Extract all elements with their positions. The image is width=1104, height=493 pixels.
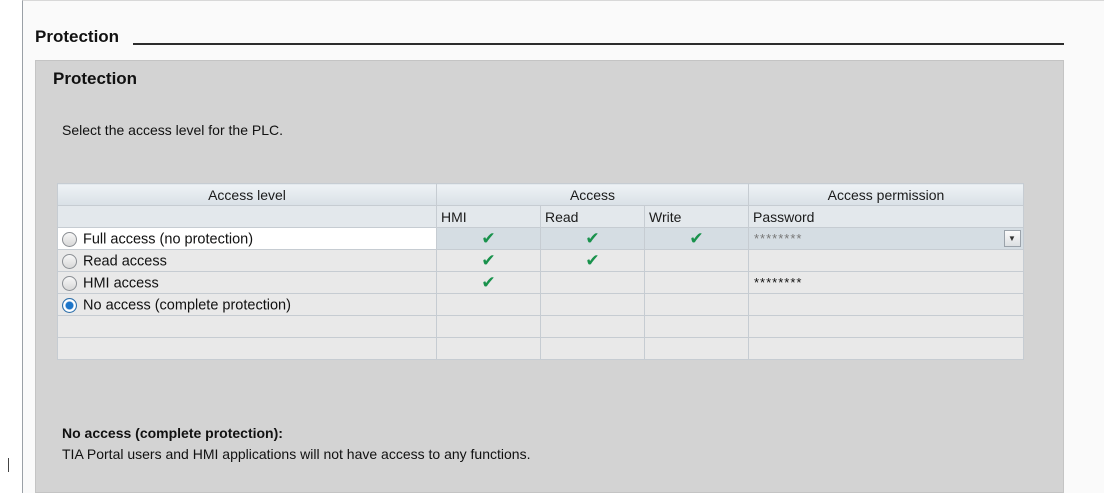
header-password: Password: [748, 205, 1024, 228]
table-row[interactable]: Full access (no protection) ✔ ✔ ✔ ******…: [57, 227, 1024, 250]
empty-cell: [540, 337, 645, 360]
radio-button[interactable]: [62, 231, 77, 247]
panel-title: Protection: [53, 69, 138, 88]
empty-cell: [748, 337, 1024, 360]
header-access-level: Access level: [57, 183, 437, 206]
header-read: Read: [540, 205, 645, 228]
table-cell: [644, 249, 749, 272]
description-text: TIA Portal users and HMI applications wi…: [62, 446, 531, 462]
empty-cell: [644, 315, 749, 338]
password-cell: ********: [748, 271, 1024, 294]
edge-marker: [8, 458, 9, 472]
header-access: Access: [436, 183, 749, 206]
password-cell: [748, 293, 1024, 316]
table-row-empty: [57, 315, 1024, 338]
table-row-empty: [57, 337, 1024, 360]
table-cell: [540, 293, 645, 316]
section-divider: [133, 43, 1064, 45]
table-sub-header: HMI Read Write Password: [57, 205, 1024, 228]
protection-panel: Protection Select the access level for t…: [35, 60, 1064, 493]
access-level-option-read[interactable]: Read access: [57, 249, 437, 272]
empty-cell: [540, 315, 645, 338]
empty-cell: [644, 337, 749, 360]
password-value: ********: [754, 231, 803, 246]
empty-cell: [436, 337, 541, 360]
empty-cell: [436, 315, 541, 338]
password-cell: [748, 249, 1024, 272]
table-row[interactable]: Read access ✔ ✔: [57, 249, 1024, 272]
checkmark-icon: ✔: [540, 227, 645, 250]
instruction-text: Select the access level for the PLC.: [62, 122, 283, 138]
option-label: No access (complete protection): [83, 297, 291, 314]
radio-button[interactable]: [62, 253, 77, 269]
access-level-option-full[interactable]: Full access (no protection): [57, 227, 437, 250]
header-access-permission: Access permission: [748, 183, 1024, 206]
checkmark-icon: ✔: [436, 249, 541, 272]
empty-cell: [748, 315, 1024, 338]
option-label: Full access (no protection): [83, 231, 254, 248]
access-level-option-hmi[interactable]: HMI access: [57, 271, 437, 294]
empty-cell: [57, 315, 437, 338]
checkmark-icon: ✔: [436, 227, 541, 250]
empty-cell: [57, 337, 437, 360]
table-row[interactable]: No access (complete protection): [57, 293, 1024, 316]
table-cell: [644, 271, 749, 294]
checkmark-icon: ✔: [436, 271, 541, 294]
checkmark-icon: ✔: [540, 249, 645, 272]
header-hmi: HMI: [436, 205, 541, 228]
radio-button-selected[interactable]: [62, 297, 77, 313]
table-group-header: Access level Access Access permission: [57, 183, 1024, 206]
access-level-option-none[interactable]: No access (complete protection): [57, 293, 437, 316]
header-write: Write: [644, 205, 749, 228]
section-header: Protection: [35, 25, 1064, 47]
password-field[interactable]: ******** ▼: [748, 227, 1024, 250]
option-label: HMI access: [83, 275, 159, 292]
section-title: Protection: [35, 27, 120, 46]
checkmark-icon: ✔: [644, 227, 749, 250]
table-cell: [436, 293, 541, 316]
table-cell: [644, 293, 749, 316]
access-level-table: Access level Access Access permission HM…: [57, 183, 1024, 360]
option-label: Read access: [83, 253, 167, 270]
table-row[interactable]: HMI access ✔ ********: [57, 271, 1024, 294]
chevron-down-icon[interactable]: ▼: [1004, 230, 1021, 247]
table-cell: [540, 271, 645, 294]
description-title: No access (complete protection):: [62, 425, 283, 441]
radio-button[interactable]: [62, 275, 77, 291]
header-blank: [57, 205, 437, 228]
